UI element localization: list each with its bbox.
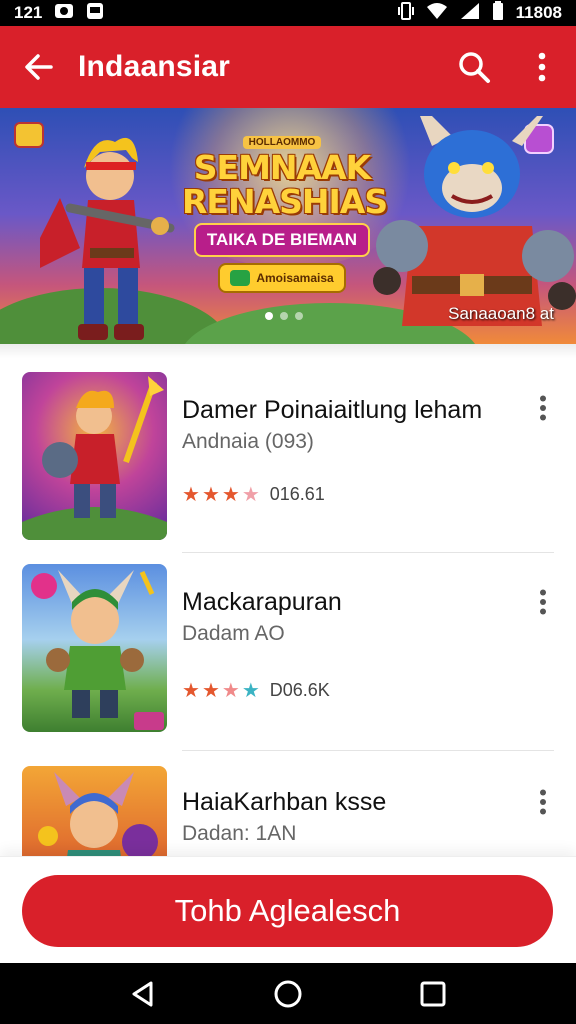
game-title: Damer Poinaiaitlung leham (182, 396, 483, 424)
play-store-icon (230, 270, 251, 286)
game-rating: ★ ★ ★ ★ D06.6K (182, 680, 330, 701)
rating-count: D06.6K (269, 680, 330, 700)
star-icon: ★ (201, 679, 220, 702)
game-thumbnail[interactable] (22, 564, 167, 732)
system-nav-bar (0, 963, 576, 1024)
game-thumbnail[interactable] (22, 372, 167, 540)
game-thumbnail[interactable] (22, 766, 167, 856)
game-character-art (38, 772, 158, 856)
game-character-art (22, 376, 167, 540)
page-title: Indaansiar (78, 50, 231, 83)
wifi-icon (426, 2, 448, 25)
item-overflow-button[interactable] (528, 584, 558, 620)
item-overflow-button[interactable] (528, 784, 558, 820)
game-subtitle: Andnaia (093) (182, 430, 314, 453)
game-list: Damer Poinaiaitlung leham Andnaia (093) … (0, 344, 576, 856)
more-vert-icon (538, 52, 546, 82)
game-title: Mackarapuran (182, 588, 342, 616)
star-icon: ★ (201, 483, 220, 506)
status-right: 11808 (397, 0, 562, 26)
battery-text: 11808 (515, 3, 562, 22)
game-subtitle: Dadam AO (182, 622, 285, 645)
featured-banner[interactable]: HOLLAOMMO SEMNAAK RENASHIAS TAIKA DE BIE… (0, 108, 576, 344)
vibrate-icon (397, 1, 414, 25)
star-icon: ★ (182, 679, 200, 702)
game-subtitle: Dadan: 1AN (182, 822, 297, 845)
status-time: 121 (14, 3, 43, 22)
nav-back-button[interactable] (113, 964, 173, 1024)
signal-icon (460, 2, 480, 25)
game-rating: ★ ★ ★ ★ 016.61 (182, 484, 325, 505)
nav-recents-button[interactable] (403, 964, 463, 1024)
carousel-dot[interactable] (280, 312, 288, 320)
nav-back-icon (132, 981, 153, 1006)
banner-caption: Sanaaoan8 at (448, 304, 554, 323)
battery-icon (492, 0, 504, 26)
banner-headline-line2: RENASHIAS (182, 182, 388, 221)
carousel-dot[interactable] (295, 312, 303, 320)
screenshot-notification-icon (54, 2, 74, 25)
search-button[interactable] (440, 26, 508, 108)
list-item[interactable]: Damer Poinaiaitlung leham Andnaia (093) … (0, 344, 576, 553)
banner-title-box: HOLLAOMMO SEMNAAK RENASHIAS TAIKA DE BIE… (182, 132, 388, 293)
arrow-back-icon (25, 54, 53, 80)
bottom-action-area: Tohb Aglealesch (0, 856, 576, 963)
banner-subtitle: TAIKA DE BIEMAN (194, 223, 370, 257)
carousel-dot[interactable] (265, 312, 273, 320)
banner-cta-label: Amoisamaisa (256, 271, 334, 285)
banner-hero-character (40, 137, 175, 340)
list-item[interactable]: HaiaKarhban ksse Dadan: 1AN (0, 740, 576, 856)
nav-recents-icon (420, 981, 446, 1006)
star-icon: ★ (241, 679, 260, 702)
rating-count: 016.61 (269, 484, 325, 504)
status-bar: 121 11808 (0, 0, 576, 26)
image-notification-icon (86, 2, 104, 25)
primary-action-button[interactable]: Tohb Aglealesch (22, 875, 553, 947)
star-half-icon: ★ (221, 679, 240, 702)
nav-home-icon (274, 980, 302, 1007)
more-vert-icon (540, 589, 546, 615)
search-icon (459, 52, 490, 83)
item-overflow-button[interactable] (528, 390, 558, 426)
back-button[interactable] (0, 26, 78, 108)
star-icon: ★ (182, 483, 200, 506)
more-vert-icon (540, 789, 546, 815)
status-left: 121 (14, 2, 104, 25)
banner-headline-line1: SEMNAAK (193, 148, 371, 187)
star-icon: ★ (241, 483, 260, 506)
overflow-menu-button[interactable] (508, 26, 576, 108)
list-item[interactable]: Mackarapuran Dadam AO ★ ★ ★ ★ D06.6K (0, 540, 576, 751)
star-half-icon: ★ (221, 483, 240, 506)
game-character-art (31, 570, 164, 730)
game-title: HaiaKarhban ksse (182, 788, 387, 816)
app-bar: Indaansiar (0, 26, 576, 108)
banner-cta-button[interactable]: Amoisamaisa (218, 263, 346, 293)
more-vert-icon (540, 395, 546, 421)
nav-home-button[interactable] (258, 964, 318, 1024)
carousel-indicator (265, 312, 303, 320)
